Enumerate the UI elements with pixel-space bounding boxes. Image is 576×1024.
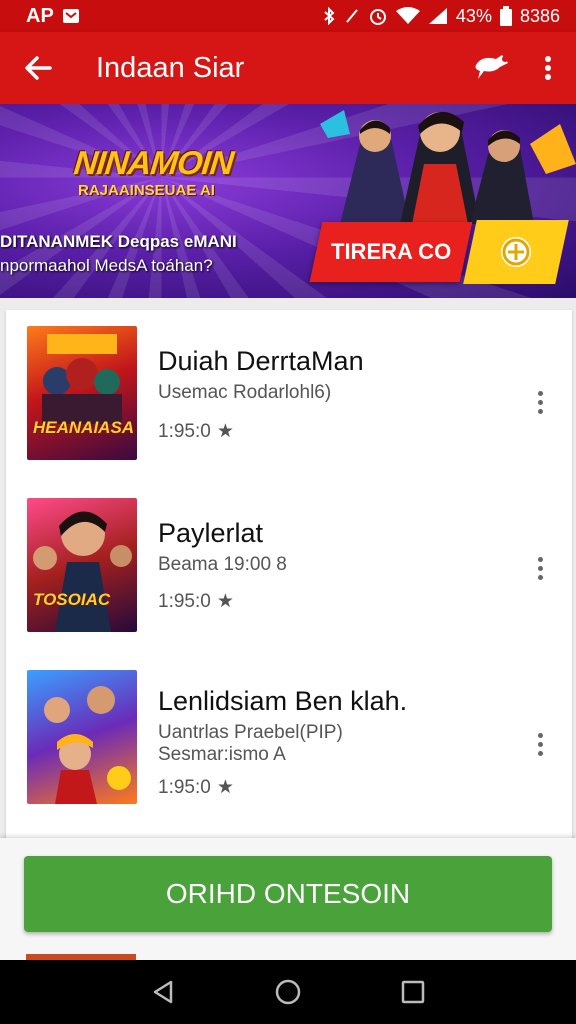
thumbnail-art bbox=[33, 511, 132, 632]
app-list: HEANAIASA Duiah DerrtaMan Usemac Rodarlo… bbox=[6, 310, 572, 840]
battery-icon bbox=[499, 6, 512, 26]
item-overflow-button[interactable] bbox=[528, 382, 552, 422]
carrier-label: AP bbox=[26, 4, 54, 27]
page-title: Indaan Siar bbox=[96, 51, 245, 84]
banner-cta-button[interactable]: TIRERA CO bbox=[309, 222, 473, 282]
globe-icon bbox=[501, 237, 531, 267]
nav-home-icon bbox=[275, 979, 301, 1005]
app-developer: Uantrlas Praebel(PIP) bbox=[158, 722, 343, 743]
nav-home-button[interactable] bbox=[258, 960, 318, 1024]
thumbnail-art bbox=[42, 334, 122, 424]
bottom-action-panel: ORIHD ONTESOIN bbox=[0, 838, 576, 962]
rating-value: 1:95:0 bbox=[158, 420, 211, 442]
app-thumbnail: HEANAIASA bbox=[27, 326, 137, 460]
app-title: Duiah DerrtaMan bbox=[158, 346, 364, 376]
vibrate-icon bbox=[344, 7, 360, 25]
app-rating: 1:95:0 ★ bbox=[158, 420, 234, 443]
app-rating: 1:95:0 ★ bbox=[158, 776, 234, 799]
notification-icon bbox=[62, 8, 80, 24]
install-button[interactable]: ORIHD ONTESOIN bbox=[24, 856, 552, 932]
bluetooth-icon bbox=[322, 7, 336, 25]
star-icon: ★ bbox=[216, 421, 234, 442]
app-category: Sesmar:ismo A bbox=[158, 744, 286, 765]
nav-recents-icon bbox=[402, 980, 425, 1004]
list-item[interactable]: Lenlidsiam Ben klah. Uantrlas Praebel(PI… bbox=[6, 662, 572, 812]
more-vert-icon bbox=[545, 56, 551, 80]
rating-value: 1:95:0 bbox=[158, 776, 211, 798]
list-item[interactable]: TOSOIAC Paylerlat Beama 19:00 8 1:95:0 ★ bbox=[6, 490, 572, 640]
clock: 8386 bbox=[519, 5, 560, 26]
banner-tagline-line2: npormaahol MedsA toáhan? bbox=[0, 256, 213, 275]
nav-back-button[interactable] bbox=[133, 960, 193, 1024]
battery-percent: 43% bbox=[455, 5, 492, 26]
app-developer: Usemac Rodarlohl6) bbox=[158, 382, 332, 403]
share-icon bbox=[475, 55, 508, 79]
status-bar: AP 43% 8386 bbox=[0, 0, 576, 32]
back-button[interactable] bbox=[0, 32, 76, 104]
overflow-menu-button[interactable] bbox=[520, 32, 576, 104]
nav-back-icon bbox=[153, 980, 172, 1004]
list-item[interactable]: HEANAIASA Duiah DerrtaMan Usemac Rodarlo… bbox=[6, 316, 572, 466]
more-vert-icon bbox=[537, 732, 543, 738]
thumbnail-label: HEANAIASA bbox=[33, 418, 135, 437]
promo-banner[interactable]: NINAMOIN RAJAAINSEUAE AI DITANANMEK Deqp… bbox=[0, 104, 576, 298]
app-developer: Beama 19:00 8 bbox=[158, 554, 287, 575]
star-icon: ★ bbox=[216, 777, 234, 798]
banner-cta-label: TIRERA CO bbox=[330, 239, 452, 264]
app-thumbnail bbox=[27, 670, 137, 804]
app-bar: Indaan Siar bbox=[0, 32, 576, 104]
banner-characters-illustration bbox=[320, 110, 576, 224]
banner-logo-title: NINAMOIN bbox=[72, 144, 235, 181]
more-vert-icon bbox=[537, 556, 543, 562]
item-overflow-button[interactable] bbox=[528, 724, 552, 764]
banner-cta-badge[interactable] bbox=[463, 220, 569, 284]
signal-icon bbox=[428, 7, 448, 25]
alarm-icon bbox=[368, 6, 388, 26]
thumbnail-art bbox=[44, 686, 131, 804]
system-nav-bar bbox=[0, 960, 576, 1024]
app-rating: 1:95:0 ★ bbox=[158, 590, 234, 613]
banner-tagline-line1: DITANANMEK Deqpas eMANI bbox=[0, 232, 237, 251]
thumbnail-label: TOSOIAC bbox=[33, 590, 111, 609]
banner-logo-subtitle: RAJAAINSEUAE AI bbox=[78, 182, 215, 199]
app-title: Paylerlat bbox=[158, 518, 264, 548]
app-title: Lenlidsiam Ben klah. bbox=[158, 686, 408, 716]
nav-recents-button[interactable] bbox=[383, 960, 443, 1024]
back-arrow-icon bbox=[25, 56, 52, 80]
item-overflow-button[interactable] bbox=[528, 548, 552, 588]
more-vert-icon bbox=[537, 390, 543, 396]
app-thumbnail: TOSOIAC bbox=[27, 498, 137, 632]
wifi-icon bbox=[395, 7, 420, 25]
star-icon: ★ bbox=[216, 591, 234, 612]
rating-value: 1:95:0 bbox=[158, 590, 211, 612]
share-button[interactable] bbox=[464, 32, 520, 104]
